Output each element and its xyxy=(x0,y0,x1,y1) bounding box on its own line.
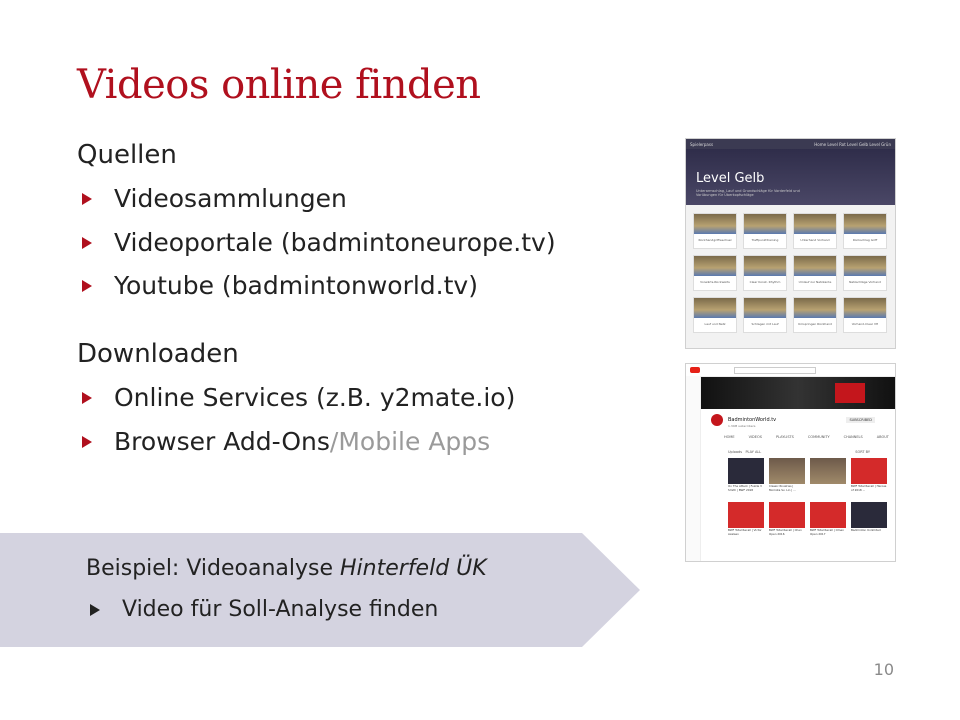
video-thumbnail xyxy=(769,502,805,528)
page-number: 10 xyxy=(873,660,894,679)
video-card: Vorhand-Clear VH xyxy=(843,297,887,333)
video-card: Schlagen mit Lauf xyxy=(743,297,787,333)
video-card: Umlauf zur Netzkante xyxy=(793,255,837,291)
video-thumbnail xyxy=(851,502,887,528)
uploads-row: Uploads PLAY ALL xyxy=(728,450,762,454)
video-card: Rückhandgriffwechsel xyxy=(693,213,737,249)
section-heading-quellen: Quellen xyxy=(77,140,177,170)
video-thumbnail xyxy=(769,458,805,484)
example-title: Beispiel: Videoanalyse Hinterfeld ÜK xyxy=(86,556,487,581)
example-banner xyxy=(0,533,640,647)
list-item: Videoportale (badmintoneurope.tv) xyxy=(82,228,556,257)
youtube-logo-icon xyxy=(690,367,700,373)
section-heading-downloaden: Downloaden xyxy=(77,339,239,369)
video-card: Treffpunkttraining xyxy=(743,213,787,249)
video-card: Lauf und Netz xyxy=(693,297,737,333)
channel-avatar xyxy=(711,414,723,426)
video-thumbnail xyxy=(728,458,764,484)
video-card: Netzschläge Vorhand xyxy=(843,255,887,291)
bullet-triangle-icon xyxy=(82,236,92,249)
slide-title: Videos online finden xyxy=(77,62,481,108)
bullet-triangle-icon xyxy=(82,391,92,404)
nav-links: Home Level Rot Level Gelb Level Grün xyxy=(814,141,891,147)
video-card: Umspringen Rückhand xyxy=(793,297,837,333)
bullet-triangle-icon xyxy=(82,435,92,448)
list-item: Videosammlungen xyxy=(82,184,347,213)
video-thumbnail xyxy=(728,502,764,528)
channel-tabs: HOME VIDEOS PLAYLISTS COMMUNITY CHANNELS ABOU… xyxy=(724,435,889,439)
video-thumbnail xyxy=(851,458,887,484)
banner-arrow-shape xyxy=(0,533,640,647)
youtube-sidebar xyxy=(686,376,701,561)
video-grid: On The Attack | Fuzzle V Smith | BWF 201… xyxy=(728,458,887,542)
site-nav: Spielerpass Home Level Rot Level Gelb Le… xyxy=(686,139,895,149)
channel-name: BadmintonWorld.tv 1.34M subscribers xyxy=(728,417,777,428)
video-card: Vorwärts-Rückwärts xyxy=(693,255,737,291)
video-card: Rückschlag Griff xyxy=(843,213,887,249)
bullet-triangle-icon xyxy=(82,279,92,292)
video-card: Unterhand Vorhand xyxy=(793,213,837,249)
hero-title: Level Gelb xyxy=(696,171,765,186)
video-card: Clear Konst. Rhythm xyxy=(743,255,787,291)
video-thumbnail xyxy=(810,502,846,528)
site-name: Spielerpass xyxy=(690,141,714,147)
list-item: Online Services (z.B. y2mate.io) xyxy=(82,383,515,412)
screenshot-youtube-channel: BadmintonWorld.tv 1.34M subscribers SUBSC… xyxy=(685,363,896,562)
list-item: Browser Add-Ons / Mobile Apps xyxy=(82,427,490,456)
subscribe-button: SUBSCRIBED xyxy=(846,417,875,423)
video-card-grid: Rückhandgriffwechsel Treffpunkttraining … xyxy=(686,205,895,341)
channel-banner xyxy=(701,377,895,409)
video-thumbnail xyxy=(810,458,846,484)
sort-label: SORT BY xyxy=(855,450,870,454)
youtube-topbar xyxy=(686,364,895,377)
hero-subtitle: Unterarmschlag, Lauf und Grundschläge fü… xyxy=(696,189,800,197)
bullet-triangle-icon xyxy=(82,192,92,205)
list-item: Youtube (badmintonworld.tv) xyxy=(82,271,478,300)
hero-banner: Level Gelb Unterarmschlag, Lauf und Grun… xyxy=(686,149,895,205)
search-box xyxy=(734,366,816,374)
screenshot-video-collection: Spielerpass Home Level Rot Level Gelb Le… xyxy=(685,138,896,349)
bwf-logo-icon xyxy=(835,383,865,403)
bullet-triangle-icon xyxy=(90,603,100,616)
example-item: Video für Soll-Analyse finden xyxy=(90,597,438,622)
